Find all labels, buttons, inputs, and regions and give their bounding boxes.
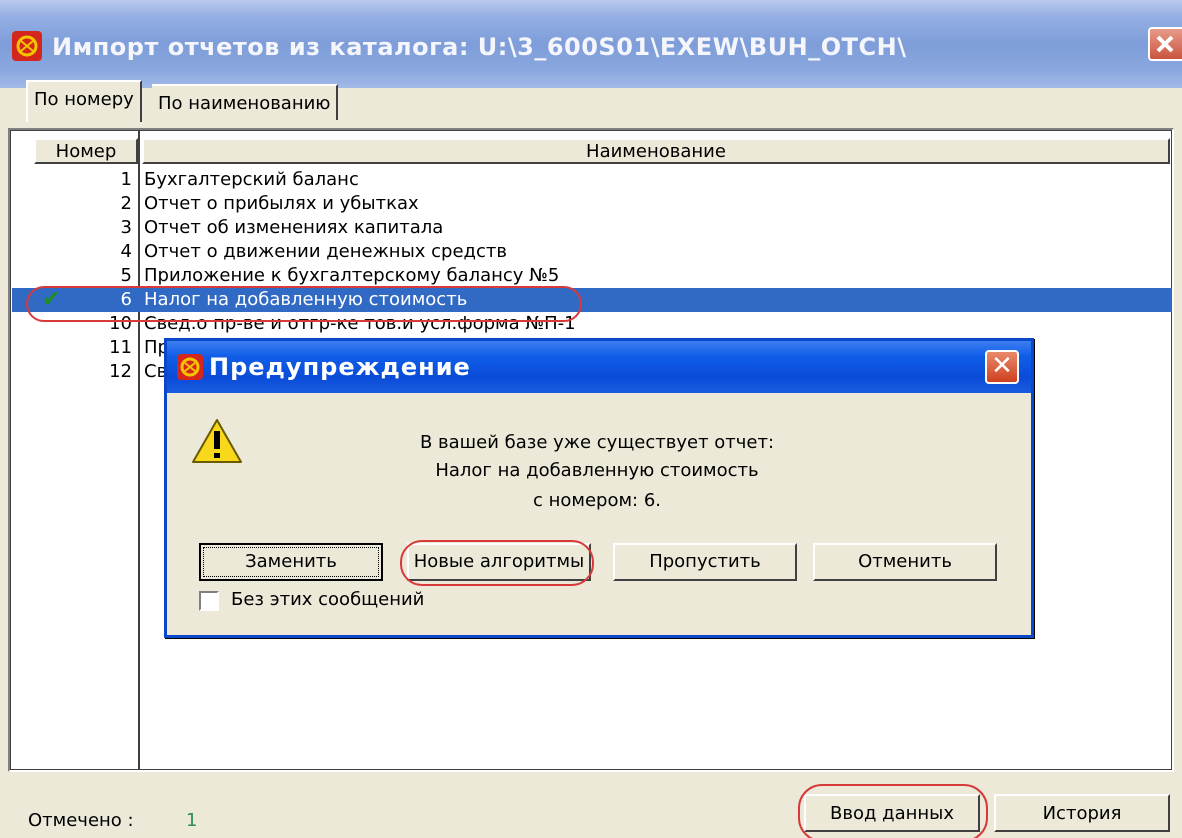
cancel-button[interactable]: Отменить xyxy=(813,543,997,581)
list-item-selected[interactable]: ✔ 6 Налог на добавленную стоимость xyxy=(12,288,1172,312)
dialog-titlebar[interactable]: Предупреждение ✕ xyxy=(167,341,1031,393)
dialog-message-line: с номером: 6. xyxy=(532,490,662,511)
list-item[interactable]: 5 Приложение к бухгалтерскому балансу №5 xyxy=(12,264,1172,288)
row-name: Налог на добавленную стоимость xyxy=(144,289,468,310)
dialog-close-button[interactable]: ✕ xyxy=(985,350,1019,384)
dialog-title: Предупреждение xyxy=(209,353,471,381)
suppress-messages-label: Без этих сообщений xyxy=(231,589,425,610)
row-number: 5 xyxy=(120,265,132,286)
row-name: Отчет об изменениях капитала xyxy=(144,217,444,238)
history-button[interactable]: История xyxy=(994,794,1170,832)
warning-icon xyxy=(191,417,243,465)
tab-by-number[interactable]: По номеру xyxy=(26,80,142,122)
new-algorithms-button[interactable]: Новые алгоритмы xyxy=(407,543,591,581)
row-number: 1 xyxy=(120,169,132,190)
suppress-messages-checkbox[interactable] xyxy=(199,591,219,611)
skip-button[interactable]: Пропустить xyxy=(613,543,797,581)
row-number: 12 xyxy=(109,361,132,382)
window-close-button[interactable] xyxy=(1148,27,1182,61)
row-number: 10 xyxy=(109,313,132,334)
dialog-message-line: В вашей базе уже существует отчет: xyxy=(419,432,775,453)
row-name: Отчет о прибылях и убытках xyxy=(144,193,419,214)
replace-button[interactable]: Заменить xyxy=(199,543,383,581)
row-name: Бухгалтерский баланс xyxy=(144,169,359,190)
window-title: Импорт отчетов из каталога: U:\3_600S01\… xyxy=(52,33,907,61)
row-number: 11 xyxy=(109,337,132,358)
column-header-name[interactable]: Наименование xyxy=(142,138,1170,164)
row-name: Приложение к бухгалтерскому балансу №5 xyxy=(144,265,560,286)
dialog-body: В вашей базе уже существует отчет: Налог… xyxy=(177,397,1023,629)
list-item[interactable]: 3 Отчет об изменениях капитала xyxy=(12,216,1172,240)
row-name: Отчет о движении денежных средств xyxy=(144,241,507,262)
tab-by-name[interactable]: По наименованию xyxy=(152,84,339,120)
warning-dialog: Предупреждение ✕ В вашей базе уже сущест… xyxy=(164,338,1034,638)
dialog-message-line: Налог на добавленную стоимость xyxy=(435,460,759,481)
row-number: 2 xyxy=(120,193,132,214)
row-number: 3 xyxy=(120,217,132,238)
list-item[interactable]: 1 Бухгалтерский баланс xyxy=(12,168,1172,192)
column-header-number[interactable]: Номер xyxy=(34,138,138,164)
list-item[interactable]: 10 Свед.о пр-ве и отгр-ке тов.и усл.форм… xyxy=(12,312,1172,336)
enter-data-button[interactable]: Ввод данных xyxy=(804,794,980,832)
status-label: Отмечено : xyxy=(28,810,134,831)
list-item[interactable]: 2 Отчет о прибылях и убытках xyxy=(12,192,1172,216)
row-name: Свед.о пр-ве и отгр-ке тов.и усл.форма №… xyxy=(144,313,576,334)
row-number: 4 xyxy=(120,241,132,262)
status-count: 1 xyxy=(186,810,198,831)
app-logo-icon xyxy=(177,354,203,380)
list-item[interactable]: 4 Отчет о движении денежных средств xyxy=(12,240,1172,264)
main-titlebar: Импорт отчетов из каталога: U:\3_600S01\… xyxy=(0,0,1182,88)
row-number: 6 xyxy=(120,289,132,310)
app-logo-icon xyxy=(12,31,42,61)
